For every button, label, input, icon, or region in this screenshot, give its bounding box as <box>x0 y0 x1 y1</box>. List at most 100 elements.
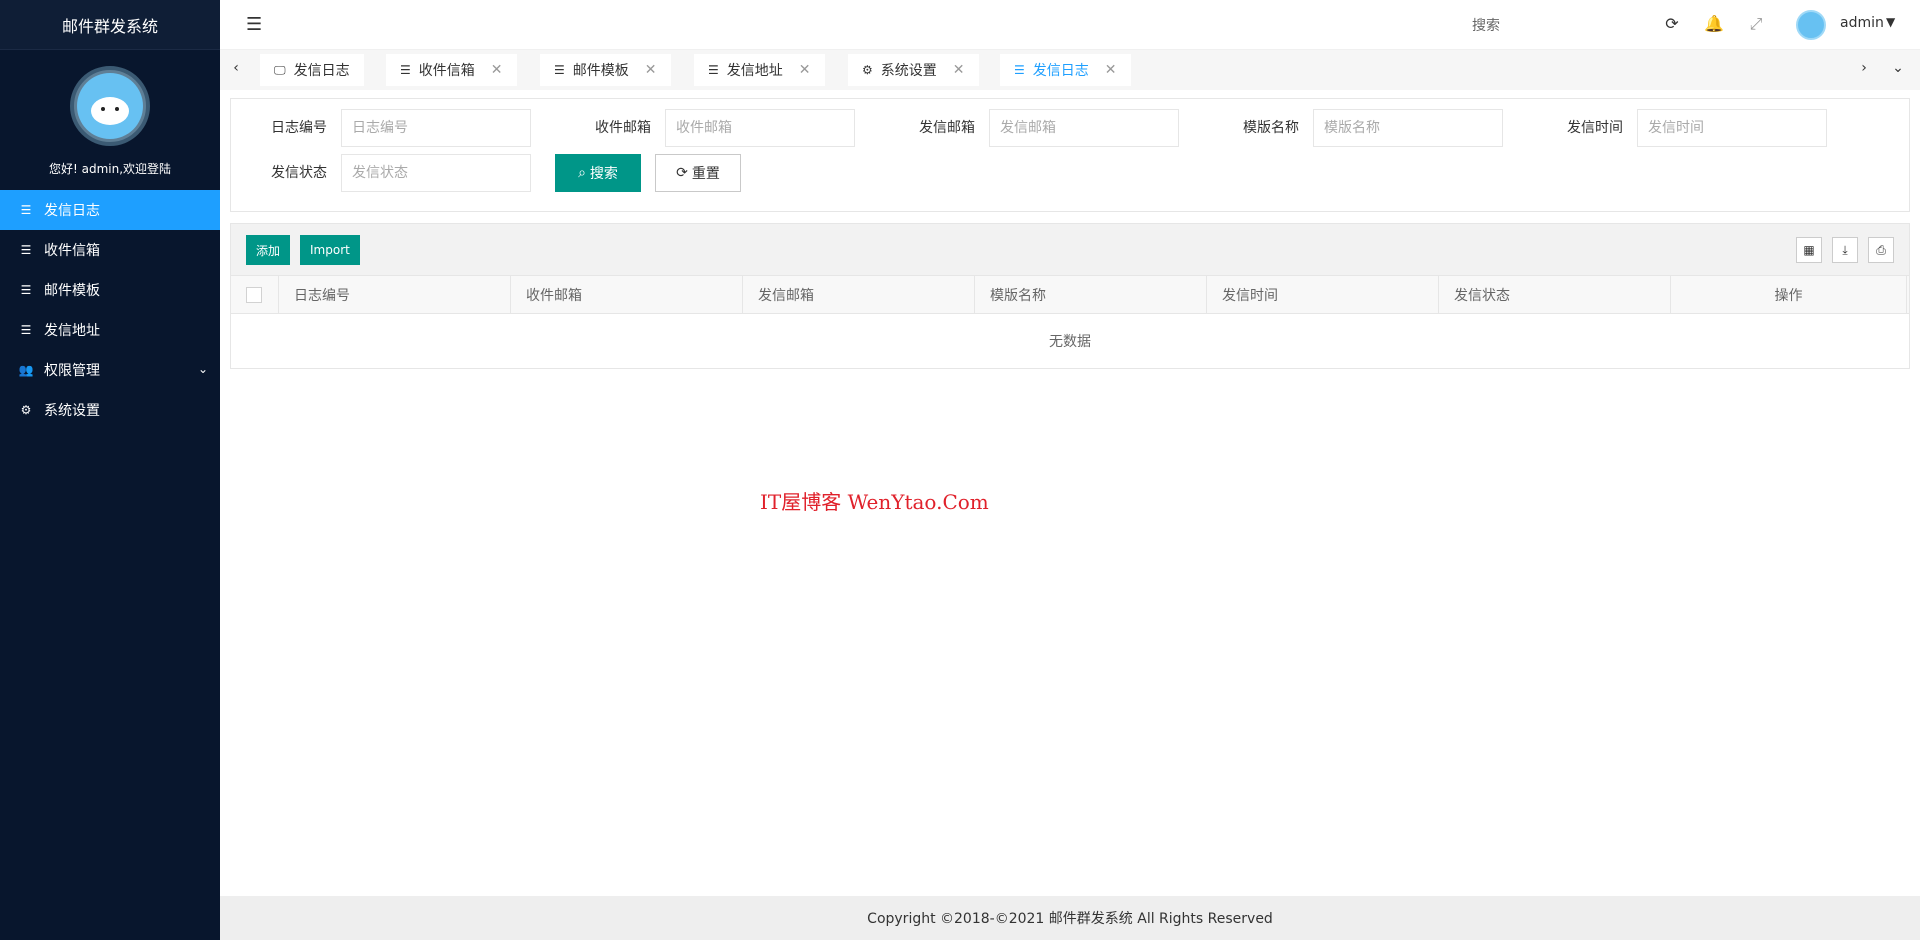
gear-icon: ⚙ <box>862 63 873 77</box>
field-label-send-time: 发信时间 <box>1567 120 1623 136</box>
sidebar-item-permissions[interactable]: 👥 权限管理 ⌄ <box>0 350 220 390</box>
search-button[interactable]: ⌕ 搜索 <box>555 154 641 192</box>
refresh-icon: ⟳ <box>676 165 688 181</box>
tab-label: 系统设置 <box>880 63 937 79</box>
search-form: 日志编号 收件邮箱 发信邮箱 模版名称 发信时间 发信状态 ⌕ 搜索 ⟳ 重置 <box>230 98 1910 212</box>
list-icon: ☰ <box>20 203 32 217</box>
sidebar-item-label: 系统设置 <box>44 403 100 419</box>
column-header[interactable]: 发信邮箱 <box>743 276 975 313</box>
sidebar-item-label: 发信地址 <box>44 323 100 339</box>
watermark-text: IT屋博客 WenYtao.Com <box>760 490 989 514</box>
sidebar-item-send-log[interactable]: ☰ 发信日志 <box>0 190 220 230</box>
tab-label: 发信日志 <box>1032 63 1089 79</box>
field-label-recipient: 收件邮箱 <box>595 120 651 136</box>
avatar[interactable] <box>70 66 150 146</box>
send-time-input[interactable] <box>1637 109 1827 147</box>
gear-icon: ⚙ <box>20 403 32 417</box>
bell-icon[interactable]: 🔔 <box>1704 14 1724 33</box>
sidebar-item-label: 收件信箱 <box>44 243 100 259</box>
close-icon[interactable]: ✕ <box>799 62 811 78</box>
list-icon: ☰ <box>20 243 32 257</box>
reset-button-label: 重置 <box>691 166 720 182</box>
field-label-sender: 发信邮箱 <box>919 120 975 136</box>
user-avatar[interactable] <box>1796 10 1826 40</box>
field-label-log-id: 日志编号 <box>271 120 327 136</box>
sidebar-item-label: 邮件模板 <box>44 283 100 299</box>
close-icon[interactable]: ✕ <box>1105 62 1117 78</box>
table-empty-message: 无数据 <box>1049 334 1091 350</box>
close-icon[interactable]: ✕ <box>953 62 965 78</box>
column-header-actions: 操作 <box>1671 276 1907 313</box>
tab-menu-chevron-icon[interactable]: ⌄ <box>1888 60 1908 76</box>
select-all-checkbox[interactable] <box>246 286 262 303</box>
top-header: ☰ 搜索 ⟳ 🔔 ⤢ admin ▼ <box>220 0 1920 50</box>
sidebar-item-sender-addresses[interactable]: ☰ 发信地址 <box>0 310 220 350</box>
data-table: 添加 Import ▦ ⤓ ⎙ 日志编号 收件邮箱 发信邮箱 模版名称 发信时间… <box>230 223 1910 369</box>
import-button[interactable]: Import <box>300 235 360 265</box>
menu-toggle-icon[interactable]: ☰ <box>246 14 266 35</box>
list-icon: ☰ <box>708 63 719 77</box>
header-checkbox-cell <box>231 276 279 313</box>
list-icon: ☰ <box>20 283 32 297</box>
tab-scroll-right-icon[interactable]: › <box>1854 60 1874 76</box>
tab-label: 发信日志 <box>293 63 350 79</box>
footer-copyright: Copyright ©2018-©2021 邮件群发系统 All Rights … <box>220 896 1920 940</box>
monitor-icon: 🖵 <box>274 62 286 77</box>
export-icon[interactable]: ⤓ <box>1832 237 1858 263</box>
sidebar-item-settings[interactable]: ⚙ 系统设置 <box>0 390 220 430</box>
template-name-input[interactable] <box>1313 109 1503 147</box>
sidebar-item-label: 权限管理 <box>44 363 100 379</box>
tab-settings[interactable]: ⚙ 系统设置 ✕ <box>848 54 979 86</box>
welcome-text: 您好! admin,欢迎登陆 <box>48 162 172 176</box>
sender-email-input[interactable] <box>989 109 1179 147</box>
table-header: 日志编号 收件邮箱 发信邮箱 模版名称 发信时间 发信状态 操作 <box>231 276 1909 314</box>
close-icon[interactable]: ✕ <box>491 62 503 78</box>
column-header[interactable]: 发信时间 <box>1207 276 1439 313</box>
field-label-status: 发信状态 <box>271 165 327 181</box>
brand-title: 邮件群发系统 <box>0 0 220 50</box>
user-profile: 您好! admin,欢迎登陆 <box>0 50 220 190</box>
tab-send-log[interactable]: ☰ 发信日志 ✕ <box>1000 54 1131 86</box>
tab-bar: ‹ 🖵 发信日志 ☰ 收件信箱 ✕ ☰ 邮件模板 ✕ ☰ 发信地址 ✕ ⚙ 系统… <box>220 50 1920 90</box>
sidebar-item-inbox[interactable]: ☰ 收件信箱 <box>0 230 220 270</box>
add-button[interactable]: 添加 <box>246 235 291 265</box>
list-icon: ☰ <box>400 63 411 77</box>
column-header[interactable]: 日志编号 <box>279 276 511 313</box>
tab-label: 发信地址 <box>726 63 783 79</box>
tab-label: 收件信箱 <box>418 63 475 79</box>
recipient-email-input[interactable] <box>665 109 855 147</box>
send-status-input[interactable] <box>341 154 531 192</box>
user-name[interactable]: admin <box>1840 15 1884 31</box>
tab-send-log-home[interactable]: 🖵 发信日志 <box>260 54 364 86</box>
column-header[interactable]: 收件邮箱 <box>511 276 743 313</box>
print-icon[interactable]: ⎙ <box>1868 237 1894 263</box>
caret-down-icon[interactable]: ▼ <box>1886 15 1895 29</box>
search-button-label: 搜索 <box>589 166 618 182</box>
tab-templates[interactable]: ☰ 邮件模板 ✕ <box>540 54 671 86</box>
list-icon: ☰ <box>554 63 565 77</box>
table-toolbar: 添加 Import ▦ ⤓ ⎙ <box>231 224 1909 276</box>
column-header[interactable]: 发信状态 <box>1439 276 1671 313</box>
sidebar-menu: ☰ 发信日志 ☰ 收件信箱 ☰ 邮件模板 ☰ 发信地址 👥 权限管理 ⌄ ⚙ 系… <box>0 190 220 430</box>
reset-button[interactable]: ⟳ 重置 <box>655 154 741 192</box>
sidebar: 邮件群发系统 您好! admin,欢迎登陆 ☰ 发信日志 ☰ 收件信箱 ☰ 邮件… <box>0 0 220 940</box>
users-icon: 👥 <box>18 363 34 377</box>
tab-sender-addresses[interactable]: ☰ 发信地址 ✕ <box>694 54 825 86</box>
search-icon: ⌕ <box>578 165 586 181</box>
fullscreen-icon[interactable]: ⤢ <box>1746 14 1766 34</box>
column-header[interactable]: 模版名称 <box>975 276 1207 313</box>
chevron-down-icon: ⌄ <box>197 362 208 376</box>
tab-scroll-left-icon[interactable]: ‹ <box>226 60 246 76</box>
close-icon[interactable]: ✕ <box>645 62 657 78</box>
columns-filter-icon[interactable]: ▦ <box>1796 237 1822 263</box>
log-id-input[interactable] <box>341 109 531 147</box>
header-search[interactable]: 搜索 <box>1472 15 1500 35</box>
list-icon: ☰ <box>1014 63 1025 77</box>
refresh-icon[interactable]: ⟳ <box>1662 14 1682 33</box>
sidebar-item-label: 发信日志 <box>44 203 100 219</box>
field-label-template: 模版名称 <box>1243 120 1299 136</box>
list-icon: ☰ <box>20 323 32 337</box>
tab-label: 邮件模板 <box>572 63 629 79</box>
tab-inbox[interactable]: ☰ 收件信箱 ✕ <box>386 54 517 86</box>
sidebar-item-templates[interactable]: ☰ 邮件模板 <box>0 270 220 310</box>
